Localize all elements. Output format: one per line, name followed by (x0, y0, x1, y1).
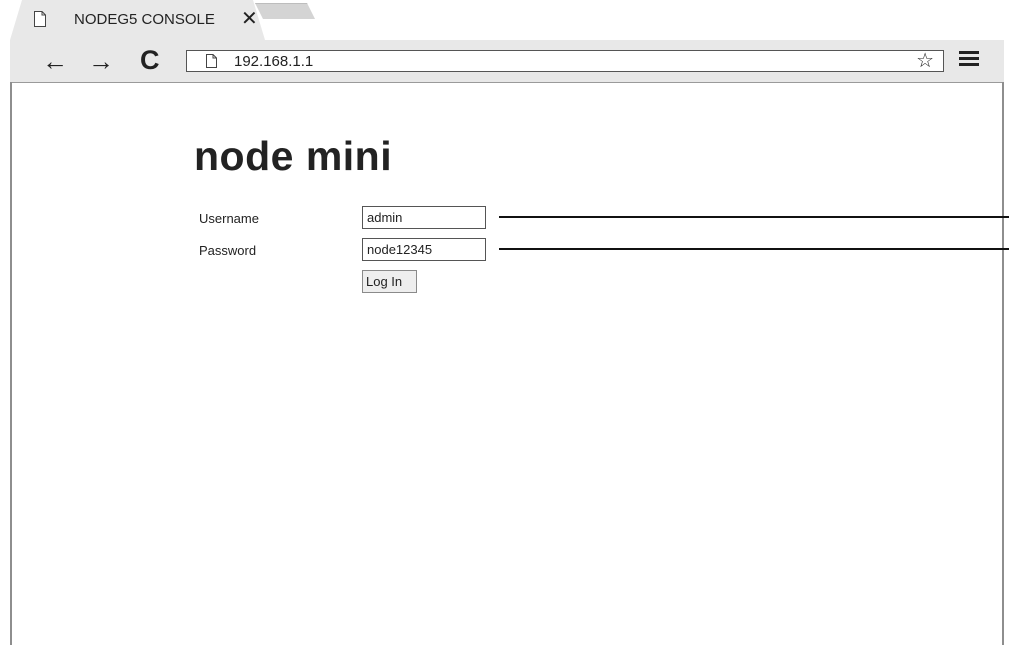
reload-icon[interactable]: C (140, 47, 160, 74)
address-bar[interactable]: 192.168.1.1 ☆ (186, 50, 944, 72)
url-text[interactable]: 192.168.1.1 (234, 53, 313, 70)
username-input[interactable] (362, 206, 486, 229)
tab-nodeg5-console[interactable]: NODEG5 CONSOLE ✕ (10, 0, 265, 40)
annotation-leader-line (499, 248, 1009, 250)
annotation-leader-line (499, 216, 1009, 218)
viewport-border-top (10, 82, 1004, 83)
back-arrow-icon[interactable]: ← (42, 48, 68, 74)
login-button[interactable]: Log In (362, 270, 417, 293)
browser-toolbar: ← → C 192.168.1.1 ☆ (10, 40, 1004, 82)
tab-strip: NODEG5 CONSOLE ✕ (0, 0, 1009, 40)
hamburger-menu-icon[interactable] (959, 51, 979, 67)
viewport-border-right (1002, 82, 1004, 645)
bookmark-star-icon[interactable]: ☆ (916, 50, 934, 72)
page-icon (206, 54, 217, 68)
forward-arrow-icon[interactable]: → (88, 48, 114, 74)
close-icon[interactable]: ✕ (241, 9, 258, 29)
page-icon (34, 11, 46, 27)
viewport-border-left (10, 82, 12, 645)
browser-window: NODEG5 CONSOLE ✕ ← → C 192.168.1.1 ☆ nod… (0, 0, 1009, 645)
new-tab-button[interactable] (255, 3, 315, 19)
username-label: Username (199, 211, 259, 226)
password-input[interactable] (362, 238, 486, 261)
page-title: node mini (194, 133, 393, 179)
password-label: Password (199, 243, 257, 258)
tab-title: NODEG5 CONSOLE (74, 11, 215, 28)
